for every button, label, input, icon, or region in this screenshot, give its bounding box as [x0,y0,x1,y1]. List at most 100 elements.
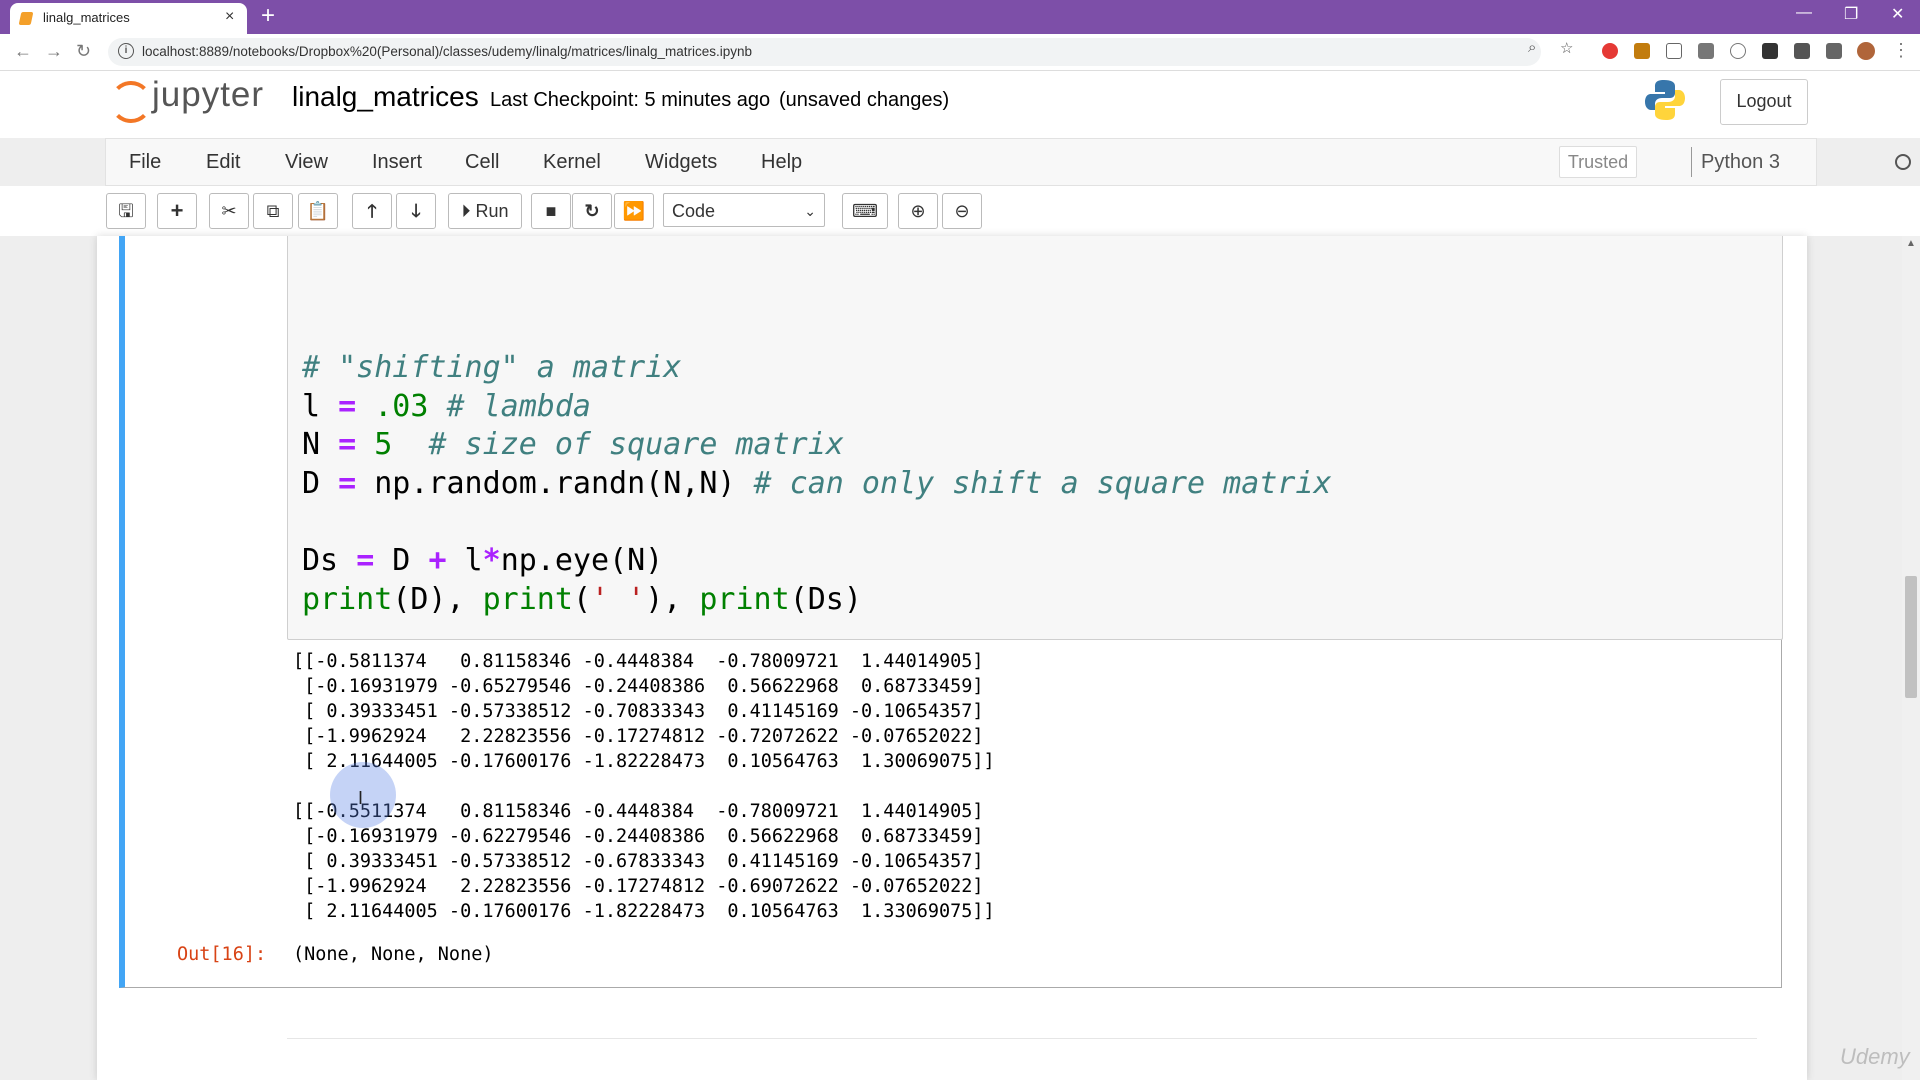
menu-kernel[interactable]: Kernel [543,151,601,174]
restart-run-all-button[interactable]: ⏩ [614,193,654,229]
menu-insert[interactable]: Insert [372,151,422,174]
menu-view[interactable]: View [285,151,328,174]
bookmark-star-icon[interactable]: ☆ [1560,39,1573,57]
code-cell[interactable]: # "shifting" a matrix l = .03 # lambda N… [119,236,1783,988]
b-extension-icon[interactable] [1698,43,1714,59]
zoom-in-button[interactable]: ⊕ [898,193,938,229]
paste-button[interactable]: 📋 [298,193,338,229]
insert-cell-button[interactable]: + [157,193,197,229]
menu-file[interactable]: File [129,151,161,174]
output-prompt: Out[16]: [177,944,267,965]
zoom-icon[interactable]: ⌕ [1528,39,1536,56]
code-line-7[interactable]: print(D), print(' '), print(Ds) [302,582,862,617]
restore-icon[interactable]: ❐ [1844,4,1858,24]
run-label: Run [475,201,509,221]
chevron-down-icon: ⌄ [804,203,816,219]
kernel-divider [1691,147,1692,177]
checkpoint-status: Last Checkpoint: 5 minutes ago [490,89,771,111]
stop-icon: ■ [545,201,557,221]
scissors-icon: ✂ [221,201,237,221]
text-cursor-icon: I [358,788,364,808]
menu-bar: File Edit View Insert Cell Kernel Widget… [105,138,1911,186]
output-Ds-row-3: [ 0.39333451 -0.57338512 -0.67833343 0.4… [293,851,984,872]
scroll-up-icon[interactable]: ▲ [1906,238,1916,249]
code-line-1[interactable]: # "shifting" a matrix [302,350,681,385]
scrollbar-thumb[interactable] [1905,576,1917,698]
move-down-button[interactable]: 🡓 [396,193,436,229]
cat-extension-icon[interactable] [1762,43,1778,59]
autosave-status: (unsaved changes) [779,89,950,111]
save-icon: 🖫 [118,201,134,221]
jupyter-logo-text[interactable]: jupyter [152,75,264,115]
browser-menu-icon[interactable]: ⋮ [1892,40,1910,61]
command-palette-button[interactable]: ⌨ [842,193,888,229]
address-bar-row: ← → ↻ i localhost:8889/notebooks/Dropbox… [0,34,1920,71]
menu-help[interactable]: Help [761,151,802,174]
reload-icon[interactable]: ↻ [76,41,91,62]
python-logo-icon [1645,80,1685,120]
puzzle-extensions-icon[interactable] [1794,43,1810,59]
udemy-watermark: Udemy [1840,1044,1910,1069]
jupyter-header: jupyter linalg_matrices Last Checkpoint:… [0,71,1920,138]
zoom-in-icon: ⊕ [910,201,926,221]
zoom-out-icon: ⊖ [954,201,970,221]
zoom-out-button[interactable]: ⊖ [942,193,982,229]
back-icon[interactable]: ← [14,41,32,62]
arrow-down-icon: 🡓 [411,201,421,221]
kernel-name[interactable]: Python 3 [1701,151,1780,174]
logout-button[interactable]: Logout [1720,79,1808,125]
cell-type-value: Code [672,201,716,221]
code-line-6[interactable]: Ds = D + l*np.eye(N) [302,543,663,578]
window-extension-icon[interactable] [1666,43,1682,59]
url-text[interactable]: localhost:8889/notebooks/Dropbox%20(Pers… [142,44,752,59]
copy-icon: ⧉ [266,201,280,221]
output-D-row-3: [ 0.39333451 -0.57338512 -0.70833343 0.4… [293,701,984,722]
output-Ds-row-2: [-0.16931979 -0.62279546 -0.24408386 0.5… [293,826,984,847]
url-field[interactable]: i localhost:8889/notebooks/Dropbox%20(Pe… [108,38,1541,66]
menu-edit[interactable]: Edit [206,151,240,174]
opera-extension-icon[interactable] [1602,43,1618,59]
output-D-row-2: [-0.16931979 -0.65279546 -0.24408386 0.5… [293,676,984,697]
output-D-row-5: [ 2.11644005 -0.17600176 -1.82228473 0.1… [293,751,995,772]
output-D-row-1: [[-0.5811374 0.81158346 -0.4448384 -0.78… [293,651,984,672]
cell-type-select[interactable]: Code ⌄ [663,193,825,227]
media-queue-icon[interactable] [1826,43,1842,59]
cell-input-editor[interactable]: # "shifting" a matrix l = .03 # lambda N… [287,236,1783,640]
arrow-up-icon: 🡑 [367,201,377,221]
code-line-3[interactable]: N = 5 # size of square matrix [302,427,844,462]
notebook-name[interactable]: linalg_matrices [292,81,479,113]
browser-tab[interactable]: linalg_matrices × [10,3,247,34]
copy-button[interactable]: ⧉ [253,193,293,229]
minimize-icon[interactable]: — [1796,4,1812,22]
restart-button[interactable]: ↻ [572,193,612,229]
move-up-button[interactable]: 🡑 [352,193,392,229]
code-line-4[interactable]: D = np.random.randn(N,N) # can only shif… [302,466,1332,501]
profile-avatar[interactable] [1857,42,1875,60]
code-line-2[interactable]: l = .03 # lambda [302,389,591,424]
paste-icon: 📋 [306,201,330,221]
notebook-toolbar: 🖫 + ✂ ⧉ 📋 🡑 🡓 ⏵ Run ■ ↻ ⏩ Code ⌄ ⌨ ⊕ ⊖ [0,186,1920,236]
output-Ds-row-1: [[-0.5511374 0.81158346 -0.4448384 -0.78… [293,801,984,822]
output-Ds-row-4: [-1.9962924 2.22823556 -0.17274812 -0.69… [293,876,984,897]
notebook-favicon-icon [18,12,34,25]
close-window-icon[interactable]: ✕ [1891,4,1904,24]
output-value: (None, None, None) [293,944,494,965]
extension-icon[interactable] [1634,43,1650,59]
forward-icon[interactable]: → [45,41,63,62]
page-scrollbar[interactable]: ▲ [1902,236,1920,1080]
restart-icon: ↻ [584,201,600,221]
run-button[interactable]: ⏵ Run [448,193,522,229]
new-tab-button[interactable]: + [261,3,275,29]
notebook-container: # "shifting" a matrix l = .03 # lambda N… [97,236,1807,1080]
site-info-icon[interactable]: i [118,43,134,59]
tab-close-icon[interactable]: × [225,8,234,26]
trusted-indicator[interactable]: Trusted [1559,146,1637,178]
save-button[interactable]: 🖫 [106,193,146,229]
cut-button[interactable]: ✂ [209,193,249,229]
interrupt-button[interactable]: ■ [531,193,571,229]
menu-cell[interactable]: Cell [465,151,499,174]
chat-extension-icon[interactable] [1730,43,1746,59]
menu-widgets[interactable]: Widgets [645,151,717,174]
output-D-row-4: [-1.9962924 2.22823556 -0.17274812 -0.72… [293,726,984,747]
jupyter-logo-icon[interactable] [110,81,152,123]
